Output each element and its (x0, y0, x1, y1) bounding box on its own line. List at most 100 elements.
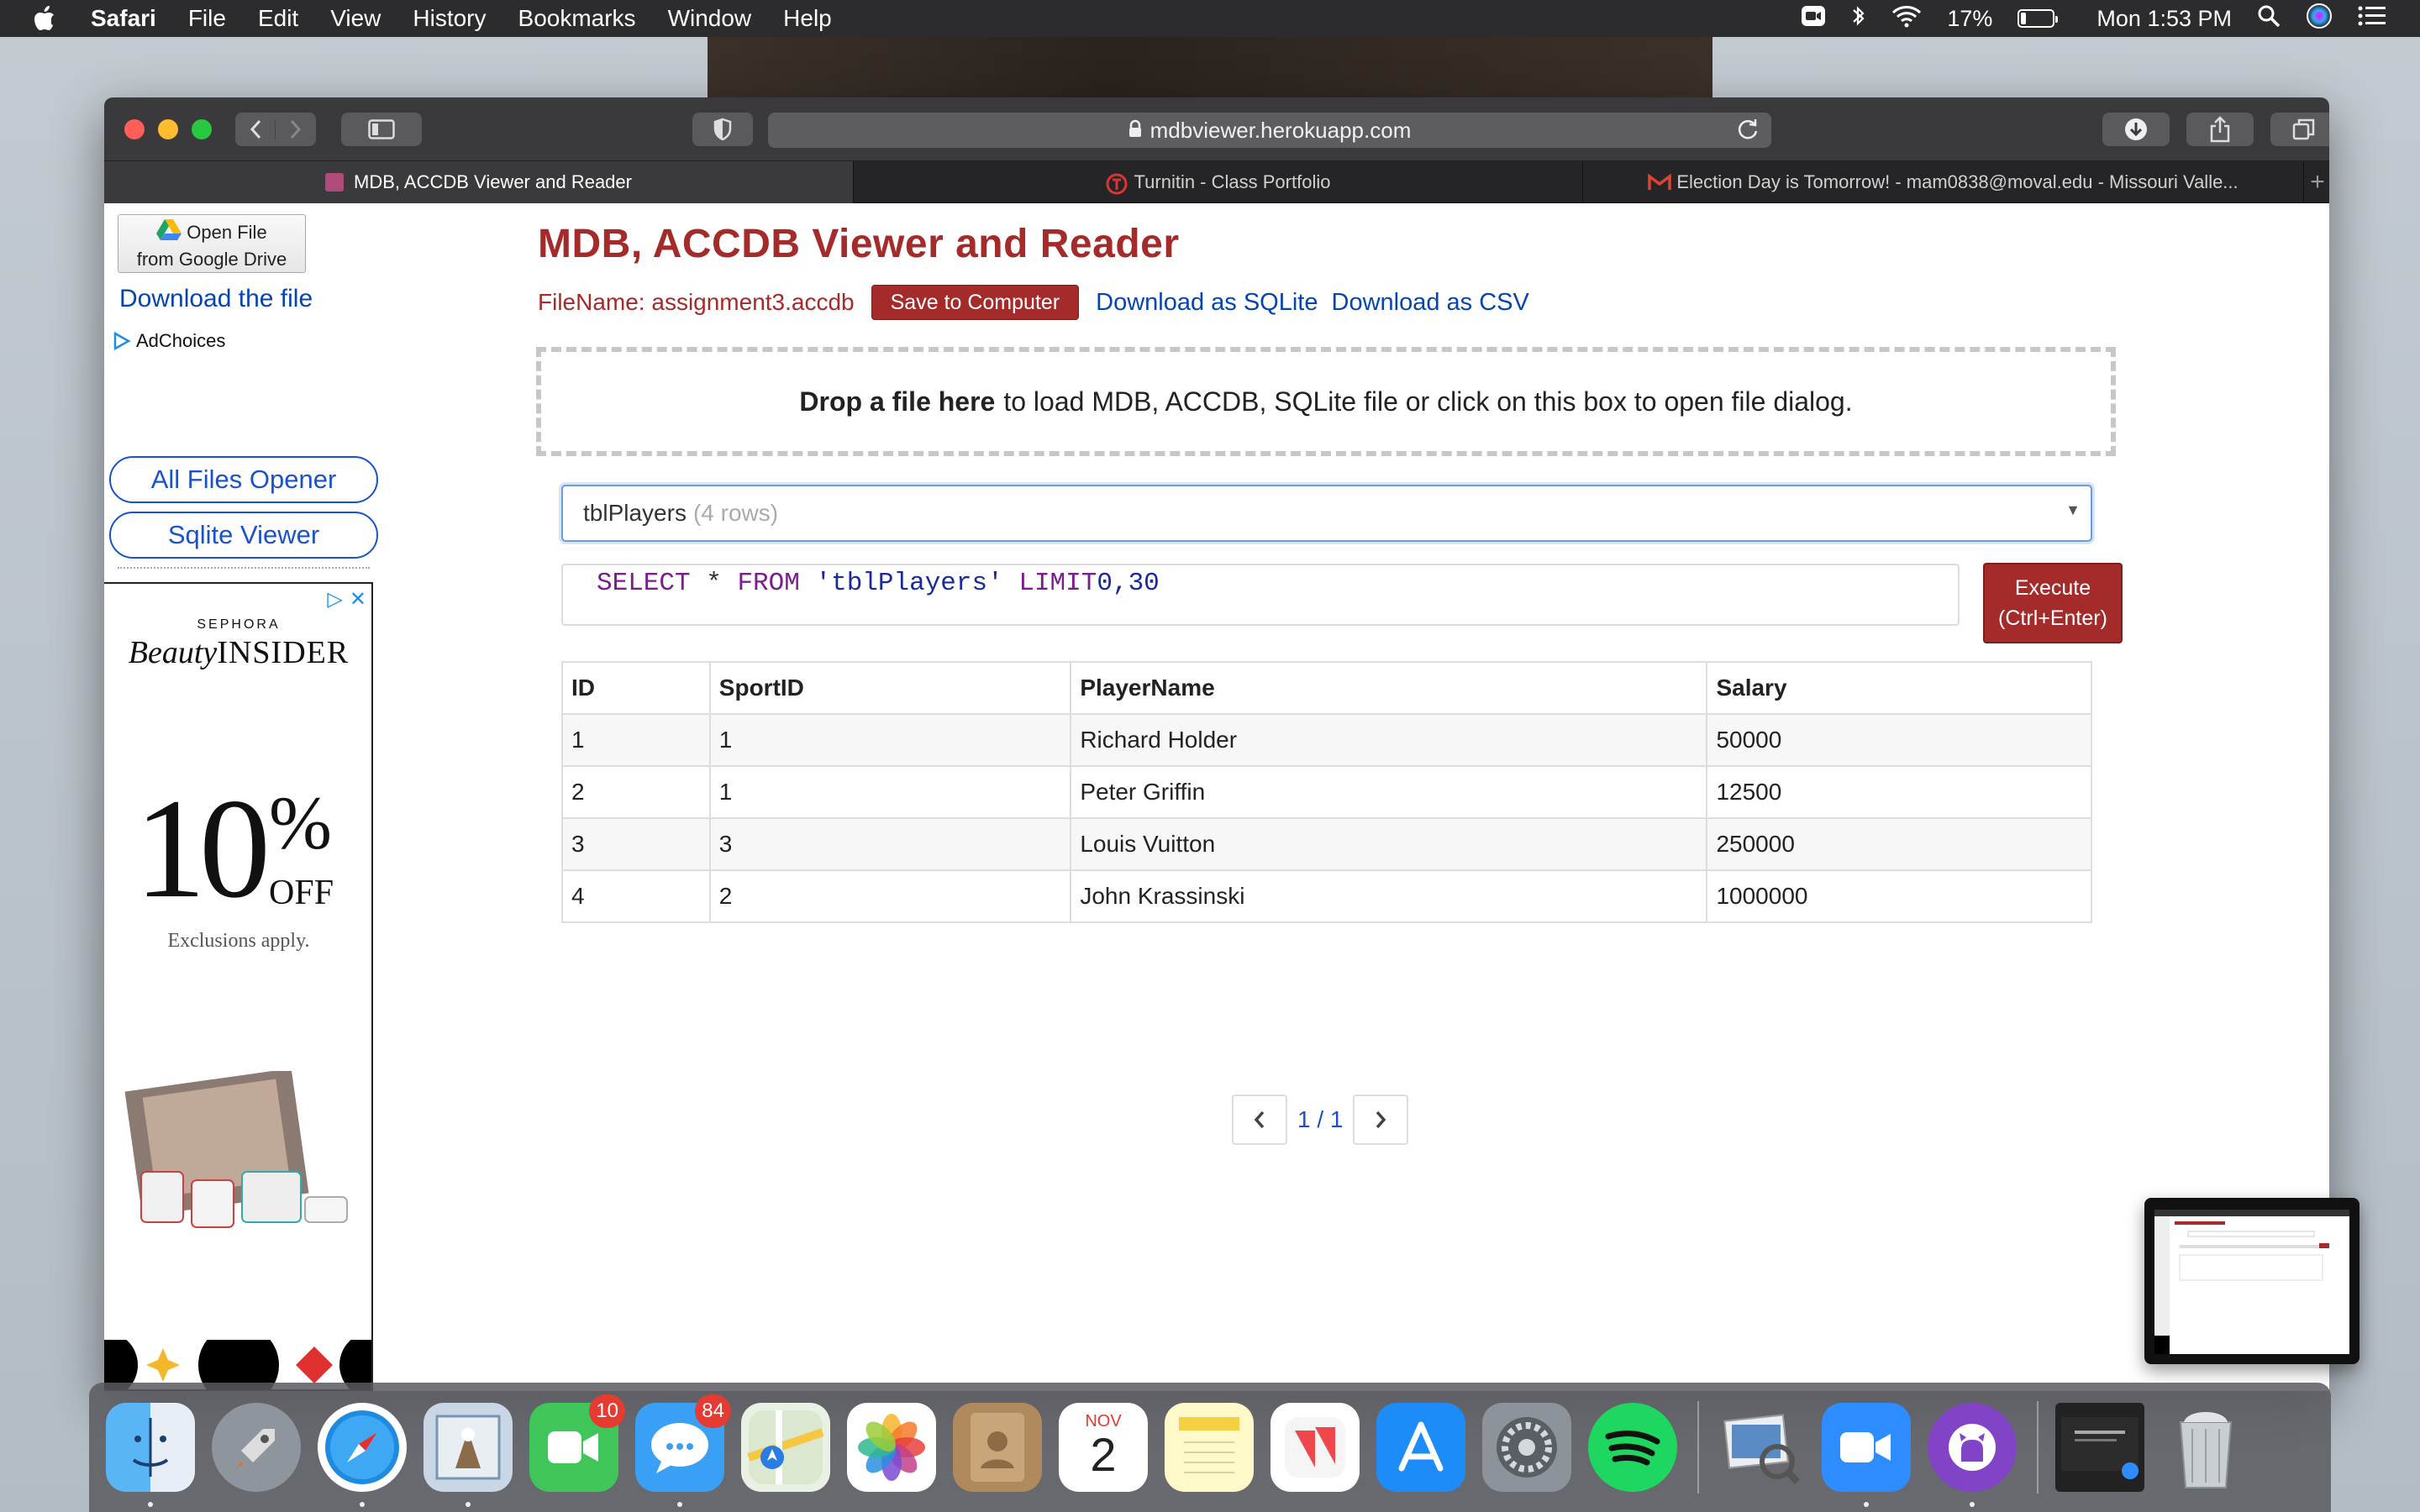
news-icon[interactable] (1270, 1403, 1360, 1492)
github-desktop-icon[interactable] (1928, 1403, 2017, 1507)
execute-button[interactable]: Execute (Ctrl+Enter) (1983, 563, 2123, 643)
spotify-icon[interactable] (1588, 1403, 1677, 1492)
tab-turnitin[interactable]: Turnitin - Class Portfolio (854, 161, 1583, 203)
dock: 10 84 NOV 2 (89, 1383, 2331, 1512)
reload-icon[interactable] (1736, 118, 1760, 147)
apple-menu-icon[interactable] (34, 6, 59, 31)
forward-arrow-icon[interactable] (276, 119, 316, 139)
close-window-button[interactable] (124, 119, 145, 139)
system-preferences-icon[interactable] (1482, 1403, 1571, 1492)
table-cell: John Krassinski (1070, 869, 1708, 923)
app-store-icon[interactable] (1376, 1403, 1465, 1492)
column-header[interactable]: Salary (1706, 661, 2092, 715)
table-cell: 2 (708, 869, 1072, 923)
tab-gmail[interactable]: Election Day is Tomorrow! - mam0838@mova… (1583, 161, 2304, 203)
bluetooth-icon[interactable] (1851, 4, 1866, 34)
table-cell: 50000 (1706, 713, 2092, 767)
calendar-icon[interactable]: NOV 2 (1059, 1403, 1148, 1492)
divider (118, 567, 370, 569)
tab-overview-button[interactable] (2270, 113, 2329, 146)
sql-query-editor[interactable]: SELECT * FROM 'tblPlayers' LIMIT0,30 (561, 564, 1960, 626)
maps-icon[interactable] (741, 1403, 830, 1492)
finder-icon[interactable] (106, 1403, 195, 1507)
notes-icon[interactable] (1165, 1403, 1254, 1492)
sidebar-toggle-button[interactable] (341, 113, 422, 146)
calendar-day: 2 (1090, 1427, 1117, 1481)
column-header[interactable]: ID (561, 661, 711, 715)
preview-icon[interactable] (1716, 1403, 1805, 1492)
back-arrow-icon[interactable] (235, 119, 276, 139)
open-from-google-drive-button[interactable]: Open File from Google Drive (118, 214, 306, 273)
ad-product-image (124, 1071, 348, 1228)
dock-separator (1697, 1401, 1699, 1494)
sephora-advertisement[interactable]: ▷ ✕ SEPHORA BeautyINSIDER 10 % OFF Exclu… (104, 582, 373, 1391)
table-cell: 4 (561, 869, 711, 923)
sidebar-icon (368, 119, 395, 139)
zoom-status-icon[interactable] (1801, 5, 1826, 33)
tab-mdb-viewer[interactable]: MDB, ACCDB Viewer and Reader (104, 161, 854, 203)
column-header[interactable]: PlayerName (1070, 661, 1708, 715)
zoom-window-button[interactable] (192, 119, 212, 139)
download-file-link[interactable]: Download the file (119, 285, 313, 313)
downloads-button[interactable] (2102, 113, 2170, 146)
download-sqlite-link[interactable]: Download as SQLite (1096, 289, 1318, 317)
next-page-button[interactable] (1353, 1095, 1409, 1145)
facetime-badge: 10 (589, 1394, 625, 1428)
running-indicator (1864, 1502, 1869, 1507)
privacy-report-button[interactable] (692, 113, 753, 146)
menu-app-name[interactable]: Safari (91, 5, 156, 32)
new-tab-button[interactable]: + (2306, 161, 2329, 202)
table-cell: 2 (561, 765, 711, 819)
photos-icon[interactable] (847, 1403, 936, 1492)
menu-bookmarks[interactable]: Bookmarks (518, 5, 636, 32)
spotlight-search-icon[interactable] (2257, 4, 2281, 34)
url-text: mdbviewer.herokuapp.com (1150, 117, 1412, 143)
menu-bar: Safari File Edit View History Bookmarks … (0, 0, 2420, 37)
sqlite-viewer-button[interactable]: Sqlite Viewer (109, 512, 378, 559)
shield-icon (713, 118, 732, 141)
menu-window[interactable]: Window (668, 5, 752, 32)
safari-window: mdbviewer.herokuapp.com MDB, ACCDB Viewe… (104, 97, 2329, 1391)
tab-title: Turnitin - Class Portfolio (1134, 171, 1331, 192)
trash-icon[interactable] (2161, 1403, 2250, 1492)
download-csv-link[interactable]: Download as CSV (1332, 289, 1529, 317)
mail-icon[interactable] (424, 1403, 513, 1507)
pagination: 1 / 1 (1232, 1095, 1409, 1145)
share-button[interactable] (2186, 113, 2254, 146)
siri-icon[interactable] (2306, 3, 2333, 35)
address-bar[interactable]: mdbviewer.herokuapp.com (768, 113, 1771, 148)
zoom-minimized-window[interactable] (2055, 1403, 2144, 1492)
facetime-icon[interactable]: 10 (529, 1394, 625, 1492)
minimize-window-button[interactable] (158, 119, 178, 139)
ad-info-icon[interactable]: ▷ (327, 587, 342, 612)
dropdown-caret-icon: ▼ (2065, 501, 2081, 518)
column-header[interactable]: SportID (708, 661, 1072, 715)
notification-center-icon[interactable] (2358, 5, 2386, 33)
menu-file[interactable]: File (188, 5, 226, 32)
menu-help[interactable]: Help (783, 5, 832, 32)
all-files-opener-button[interactable]: All Files Opener (109, 456, 378, 503)
save-to-computer-button[interactable]: Save to Computer (871, 285, 1080, 320)
table-select[interactable]: tblPlayers (4 rows) ▼ (561, 485, 2092, 542)
battery-icon[interactable] (2018, 9, 2059, 28)
menu-history[interactable]: History (413, 5, 486, 32)
sql-keyword-from: FROM (737, 569, 800, 598)
launchpad-icon[interactable] (212, 1403, 301, 1492)
messages-icon[interactable]: 84 (635, 1394, 731, 1507)
safari-icon[interactable] (318, 1403, 407, 1507)
file-dropzone[interactable]: Drop a file here to load MDB, ACCDB, SQL… (536, 347, 2116, 456)
battery-level (2021, 13, 2027, 24)
contacts-icon[interactable] (953, 1403, 1042, 1492)
running-indicator (148, 1502, 153, 1507)
wifi-icon[interactable] (1891, 4, 1922, 34)
adchoices-link[interactable]: AdChoices (113, 330, 225, 352)
previous-page-button[interactable] (1232, 1095, 1287, 1145)
tab-bar: MDB, ACCDB Viewer and Reader Turnitin - … (104, 161, 2329, 203)
menubar-clock[interactable]: Mon 1:53 PM (2096, 6, 2232, 32)
menu-edit[interactable]: Edit (258, 5, 298, 32)
screenshot-thumbnail-preview[interactable] (2144, 1198, 2360, 1364)
menu-view[interactable]: View (330, 5, 381, 32)
ad-close-icon[interactable]: ✕ (350, 587, 366, 612)
zoom-icon[interactable] (1822, 1403, 1911, 1507)
running-indicator (360, 1502, 365, 1507)
